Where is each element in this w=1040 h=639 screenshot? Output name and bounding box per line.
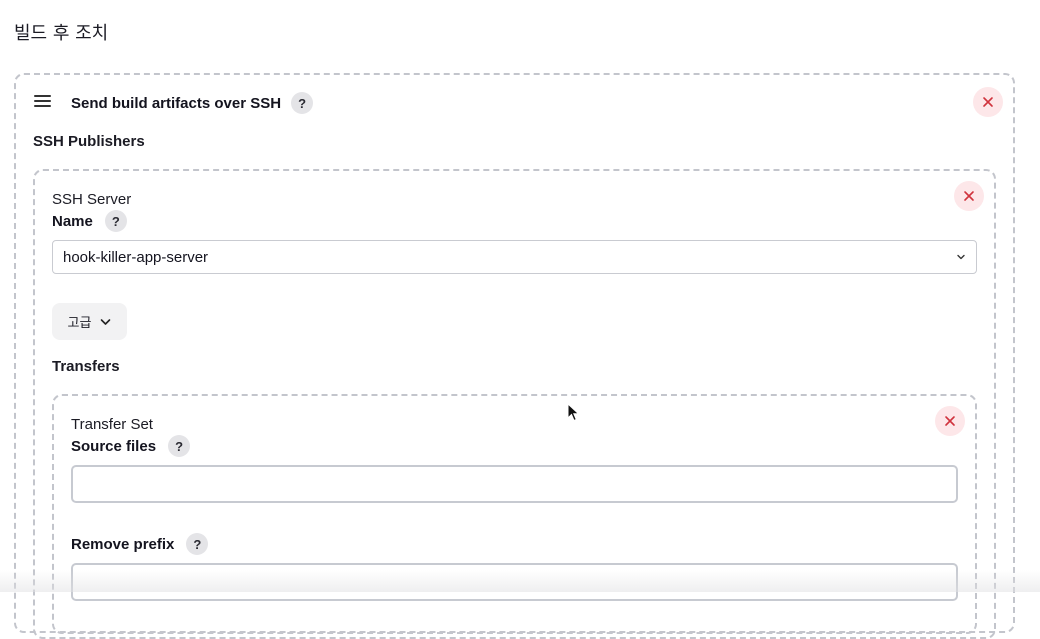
name-help-icon[interactable]: ? (104, 210, 127, 232)
source-files-label: Source files (71, 437, 157, 455)
remove-prefix-label-row: Remove prefix ? (71, 533, 209, 555)
drag-handle-icon[interactable] (34, 95, 51, 109)
ssh-server-name-value: hook-killer-app-server (63, 248, 209, 266)
name-label: Name (52, 212, 93, 230)
close-icon (983, 97, 993, 107)
advanced-button[interactable]: 고급 (52, 303, 127, 340)
ssh-server-name-select[interactable]: hook-killer-app-server (52, 240, 977, 274)
delete-server-button[interactable] (954, 181, 984, 211)
remove-prefix-label: Remove prefix (71, 535, 175, 553)
mouse-cursor-icon (567, 403, 580, 422)
source-files-label-row: Source files ? (71, 435, 191, 457)
remove-prefix-input[interactable] (71, 563, 958, 601)
remove-prefix-help-icon[interactable]: ? (186, 533, 209, 555)
chevron-down-icon (957, 254, 965, 260)
builder-help-icon[interactable]: ? (291, 92, 314, 114)
close-icon (945, 416, 955, 426)
ssh-publishers-label: SSH Publishers (33, 133, 145, 150)
transfer-set-heading: Transfer Set (71, 416, 153, 433)
delete-builder-button[interactable] (973, 87, 1003, 117)
chevron-down-icon (101, 318, 111, 325)
transfers-label: Transfers (52, 358, 120, 375)
delete-transfer-set-button[interactable] (935, 406, 965, 436)
source-files-input[interactable] (71, 465, 958, 503)
advanced-label: 고급 (67, 316, 92, 331)
section-title: 빌드 후 조치 (14, 23, 109, 44)
close-icon (964, 191, 974, 201)
builder-title-row: Send build artifacts over SSH ? (71, 92, 314, 114)
ssh-server-heading: SSH Server (52, 191, 132, 208)
name-label-row: Name ? (52, 210, 127, 232)
source-files-help-icon[interactable]: ? (168, 435, 191, 457)
builder-title: Send build artifacts over SSH (71, 94, 282, 112)
